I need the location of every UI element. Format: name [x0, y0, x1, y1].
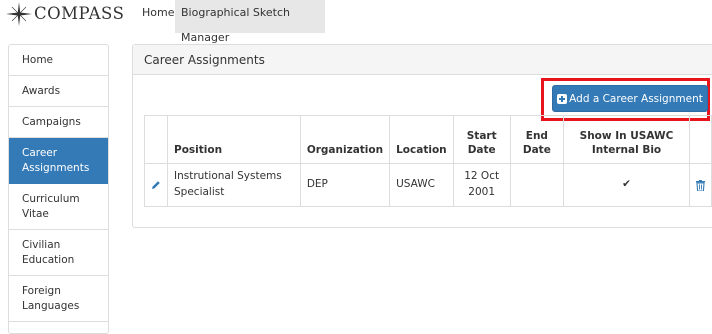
- nav-home-link[interactable]: Home: [142, 0, 174, 27]
- check-icon: ✔: [622, 178, 631, 191]
- pencil-icon[interactable]: [151, 180, 161, 190]
- column-header-delete: [688, 115, 712, 164]
- table-header-row: Position Organization Location Start Dat…: [144, 115, 712, 164]
- sidebar-item-awards[interactable]: Awards: [9, 76, 108, 107]
- column-header-edit: [144, 115, 168, 164]
- sidebar-item-foreign-languages[interactable]: Foreign Languages: [9, 276, 108, 322]
- sidebar-item-campaigns[interactable]: Campaigns: [9, 107, 108, 138]
- edit-cell: [144, 163, 168, 207]
- column-header-show-in-bio[interactable]: Show In USAWC Internal Bio: [563, 115, 690, 164]
- table-row: Instrutional Systems Specialist DEP USAW…: [144, 163, 712, 207]
- cell-end-date: [509, 163, 565, 207]
- nav-biographical-sketch-manager[interactable]: Biographical Sketch Manager: [175, 0, 325, 44]
- column-header-location[interactable]: Location: [389, 115, 454, 164]
- career-assignments-table: Position Organization Location Start Dat…: [144, 115, 712, 207]
- cell-position: Instrutional Systems Specialist: [167, 163, 301, 207]
- sidebar-item-career-assignments[interactable]: Career Assignments: [9, 138, 108, 184]
- delete-cell: [688, 163, 712, 207]
- sidebar: Home Awards Campaigns Career Assignments…: [8, 44, 109, 334]
- trash-icon[interactable]: [695, 179, 705, 191]
- sidebar-item-civilian-education[interactable]: Civilian Education: [9, 230, 108, 276]
- cell-start-date: 12 Oct 2001: [452, 163, 511, 207]
- top-navbar: COMPASS Home Biographical Sketch Manager: [0, 0, 712, 44]
- compass-star-icon: [6, 1, 32, 26]
- logo-text: COMPASS: [34, 4, 125, 23]
- cell-show-in-bio: ✔: [563, 163, 690, 207]
- add-career-assignment-button[interactable]: Add a Career Assignment: [552, 85, 708, 112]
- cell-location: USAWC: [389, 163, 454, 207]
- column-header-organization[interactable]: Organization: [299, 115, 391, 164]
- plus-square-icon: [557, 93, 568, 104]
- sidebar-item-home[interactable]: Home: [9, 45, 108, 76]
- add-button-label: Add a Career Assignment: [569, 92, 703, 105]
- column-header-end-date[interactable]: End Date: [509, 115, 565, 164]
- cell-organization: DEP: [299, 163, 391, 207]
- column-header-start-date[interactable]: Start Date: [452, 115, 511, 164]
- panel-title: Career Assignments: [133, 45, 712, 75]
- brand-logo[interactable]: COMPASS: [5, 0, 124, 27]
- sidebar-item-curriculum-vitae[interactable]: Curriculum Vitae: [9, 184, 108, 230]
- column-header-position[interactable]: Position: [167, 115, 301, 164]
